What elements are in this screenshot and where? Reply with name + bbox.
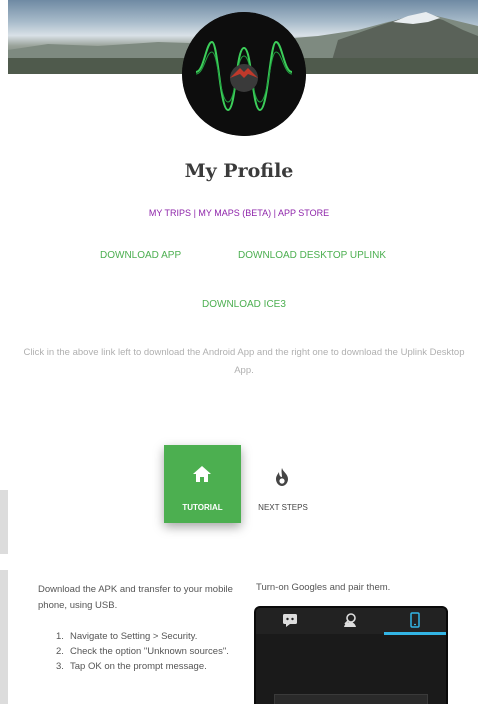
home-icon xyxy=(193,466,211,482)
profile-avatar[interactable] xyxy=(182,12,306,136)
pairing-instruction-text: Turn-on Googles and pair them. xyxy=(256,582,391,593)
phone-chat-icon xyxy=(283,614,297,627)
phone-search-person-icon xyxy=(344,613,356,627)
flame-icon xyxy=(276,468,288,486)
page-title: My Profile xyxy=(184,160,294,182)
my-trips-link[interactable]: MY TRIPS xyxy=(149,208,191,218)
tutorial-steps-list: 1. Navigate to Setting > Security. 2. Chec… xyxy=(56,629,236,674)
download-description: Click in the above link left to download… xyxy=(23,347,465,376)
tutorial-intro-text: Download the APK and transfer to your mo… xyxy=(38,584,233,611)
phone-active-tab-indicator xyxy=(384,632,446,635)
profile-nav-links: MY TRIPS | MY MAPS (BETA) | APP STORE xyxy=(0,208,478,218)
tab-next-steps[interactable]: NEXT STEPS xyxy=(250,455,316,521)
side-scroll-indicator xyxy=(0,490,8,554)
phone-tab-bar xyxy=(256,608,446,635)
list-item: 3. Tap OK on the prompt message. xyxy=(56,661,207,672)
tab-tutorial[interactable]: TUTORIAL xyxy=(164,445,241,523)
side-scroll-indicator xyxy=(0,570,8,704)
download-ice3-link[interactable]: DOWNLOAD ICE3 xyxy=(202,299,286,310)
phone-device-icon xyxy=(410,612,420,628)
my-maps-link[interactable]: MY MAPS (BETA) xyxy=(198,208,271,218)
download-desktop-uplink-link[interactable]: DOWNLOAD DESKTOP UPLINK xyxy=(238,250,386,261)
phone-screenshot xyxy=(254,606,448,704)
tab-label: NEXT STEPS xyxy=(258,503,308,512)
list-item: 2. Check the option "Unknown sources". xyxy=(56,646,229,657)
waveform-logo-icon xyxy=(182,12,306,136)
download-app-link[interactable]: DOWNLOAD APP xyxy=(100,250,181,261)
link-separator: | xyxy=(271,208,278,218)
list-item: 1. Navigate to Setting > Security. xyxy=(56,631,198,642)
app-store-link[interactable]: APP STORE xyxy=(278,208,329,218)
phone-dialog-panel xyxy=(274,694,428,704)
tab-label: TUTORIAL xyxy=(182,503,223,512)
